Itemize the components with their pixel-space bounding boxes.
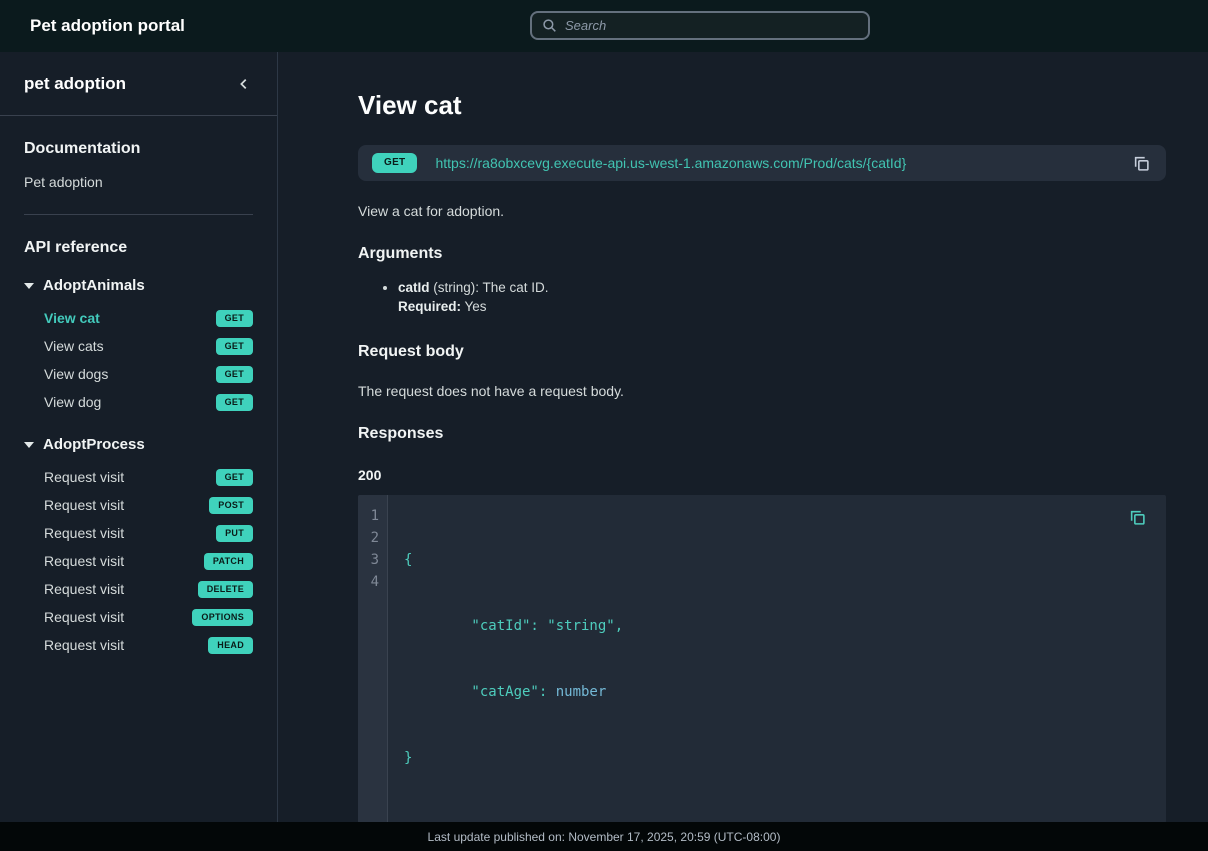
endpoint-bar: GET https://ra8obxcevg.execute-api.us-we… xyxy=(358,145,1166,181)
sidebar-item-request-visit-post[interactable]: Request visit POST xyxy=(24,491,253,519)
request-body-heading: Request body xyxy=(358,343,1166,361)
method-badge: HEAD xyxy=(208,637,253,654)
code-line: { xyxy=(404,549,1150,571)
argument-name: catId xyxy=(398,280,430,295)
argument-description: (string): The cat ID. xyxy=(430,280,549,295)
argument-item: catId (string): The cat ID. Required: Ye… xyxy=(398,279,1166,317)
app-title: Pet adoption portal xyxy=(30,16,185,36)
line-number: 3 xyxy=(358,549,379,571)
code-line: "catId": "string", xyxy=(404,615,1150,637)
top-header: Pet adoption portal xyxy=(0,0,1208,52)
arguments-heading: Arguments xyxy=(358,245,1166,263)
search-icon xyxy=(542,18,557,33)
chevron-left-icon xyxy=(237,77,251,91)
code-content: { "catId": "string", "catAge": number } xyxy=(388,495,1166,823)
caret-down-icon xyxy=(24,442,34,448)
required-label: Required: xyxy=(398,299,461,314)
footer: Last update published on: November 17, 2… xyxy=(0,822,1208,851)
app-layout: pet adoption Documentation Pet adoption … xyxy=(0,52,1208,851)
method-badge: PUT xyxy=(216,525,253,542)
method-badge: GET xyxy=(216,469,253,486)
operation-description: View a cat for adoption. xyxy=(358,203,1166,219)
code-line: "catAge": number xyxy=(404,681,1150,703)
method-badge: GET xyxy=(372,153,417,173)
arguments-list: catId (string): The cat ID. Required: Ye… xyxy=(398,279,1166,317)
sidebar-item-request-visit-delete[interactable]: Request visit DELETE xyxy=(24,575,253,603)
documentation-heading: Documentation xyxy=(24,140,253,158)
group-label: AdoptProcess xyxy=(43,436,145,453)
status-code: 200 xyxy=(358,467,1166,483)
method-badge: PATCH xyxy=(204,553,253,570)
sidebar-collapse-button[interactable] xyxy=(233,73,255,95)
method-badge: GET xyxy=(216,366,253,383)
copy-icon xyxy=(1133,155,1150,172)
request-body-text: The request does not have a request body… xyxy=(358,383,1166,399)
responses-heading: Responses xyxy=(358,425,1166,443)
sidebar-item-view-dog[interactable]: View dog GET xyxy=(24,388,253,416)
response-code-block: 1 2 3 4 { "catId": "string", "catAge": n… xyxy=(358,495,1166,823)
required-value: Yes xyxy=(461,299,487,314)
group-adopt-process[interactable]: AdoptProcess xyxy=(24,436,253,453)
search-input[interactable] xyxy=(565,18,858,33)
sidebar-item-view-dogs[interactable]: View dogs GET xyxy=(24,360,253,388)
sidebar-item-request-visit-get[interactable]: Request visit GET xyxy=(24,463,253,491)
sidebar-item-request-visit-patch[interactable]: Request visit PATCH xyxy=(24,547,253,575)
main-content: View cat GET https://ra8obxcevg.execute-… xyxy=(278,52,1208,851)
caret-down-icon xyxy=(24,283,34,289)
sidebar-body: Documentation Pet adoption API reference… xyxy=(0,116,277,683)
line-number: 2 xyxy=(358,527,379,549)
method-badge: OPTIONS xyxy=(192,609,253,626)
sidebar-item-view-cat[interactable]: View cat GET xyxy=(24,304,253,332)
line-number: 1 xyxy=(358,505,379,527)
method-badge: DELETE xyxy=(198,581,253,598)
copy-url-button[interactable] xyxy=(1131,153,1152,174)
sidebar-header: pet adoption xyxy=(0,52,277,116)
sidebar-title: pet adoption xyxy=(24,74,126,94)
code-line-numbers: 1 2 3 4 xyxy=(358,495,388,823)
sidebar: pet adoption Documentation Pet adoption … xyxy=(0,52,278,851)
method-badge: GET xyxy=(216,394,253,411)
sidebar-divider xyxy=(24,214,253,215)
last-update-text: Last update published on: November 17, 2… xyxy=(428,830,781,844)
sidebar-item-pet-adoption[interactable]: Pet adoption xyxy=(24,174,253,190)
copy-code-button[interactable] xyxy=(1127,507,1148,528)
method-badge: GET xyxy=(216,338,253,355)
method-badge: POST xyxy=(209,497,253,514)
sidebar-item-request-visit-options[interactable]: Request visit OPTIONS xyxy=(24,603,253,631)
api-reference-heading: API reference xyxy=(24,239,253,257)
operation-title: View cat xyxy=(358,90,1166,121)
sidebar-item-view-cats[interactable]: View cats GET xyxy=(24,332,253,360)
search-box[interactable] xyxy=(530,11,870,40)
line-number: 4 xyxy=(358,571,379,593)
sidebar-item-request-visit-put[interactable]: Request visit PUT xyxy=(24,519,253,547)
method-badge: GET xyxy=(216,310,253,327)
copy-icon xyxy=(1129,509,1146,526)
code-line: } xyxy=(404,747,1150,769)
sidebar-item-request-visit-head[interactable]: Request visit HEAD xyxy=(24,631,253,659)
group-adopt-animals[interactable]: AdoptAnimals xyxy=(24,277,253,294)
endpoint-url[interactable]: https://ra8obxcevg.execute-api.us-west-1… xyxy=(435,155,906,171)
group-label: AdoptAnimals xyxy=(43,277,145,294)
